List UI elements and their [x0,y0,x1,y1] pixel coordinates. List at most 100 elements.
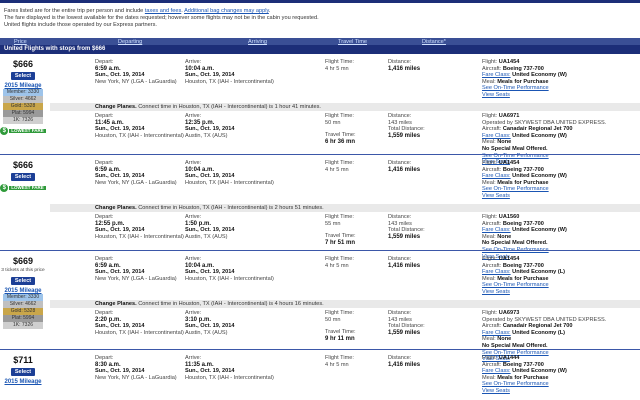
view-seats-link[interactable]: View Seats [482,388,567,395]
price-cell: $666 Select 2015 Mileage Member: 3330 Silver… [0,59,46,135]
flight-result-row: $711 Select 2015 Mileage Depart: 8:30 a.m. Su… [0,353,640,400]
bag-charges-link[interactable]: Additional bag changes may apply [184,8,269,14]
select-button[interactable]: Select [10,277,36,285]
flight-details: Flight: UA1454 Aircraft: Boeing 737-700 Fa… [482,160,567,200]
price-cell: $669 3 tickets at this price Select 2015 Mi… [0,256,46,329]
fare-class: Fare Class: United Economy (L) [482,269,565,276]
fare-class-link[interactable]: Fare Class: [482,173,511,179]
aircraft-value: Boeing 737-700 [502,166,544,173]
select-button[interactable]: Select [10,72,36,80]
on-time-performance-link[interactable]: See On-Time Performance [482,381,567,388]
flight-details: Flight: UA1454 Aircraft: Boeing 737-700 Fa… [482,256,565,296]
tier-member: Member: 3330 [3,89,43,96]
time-info: Flight Time: 55 mn Travel Time: 7 hr 51 mn [325,214,356,246]
distance-info: Distance: 143 miles Total Distance: 1,559 m… [388,214,425,240]
flight-time-label: Flight Time: [325,160,354,166]
flight-segment-1: Depart: 8:30 a.m. Sun., Oct. 19, 2014 New Y… [50,355,640,398]
depart-label: Depart: [95,160,114,166]
depart-label: Depart: [95,59,114,65]
distance-label: Distance: [388,310,412,316]
meal-value: None [497,233,512,240]
flight-result-row: $666 Select $ LOWEST FARE Depart: 6:59 a.m. Su… [0,158,640,260]
flight-label: Flight: [482,355,499,361]
flight-result-row: $669 3 tickets at this price Select 2015 Mi… [0,254,640,362]
arrival-info: Arrive: 3:10 p.m. Sun., Oct. 19, 2014 Austi… [185,310,234,336]
meal-label: Meal: [482,275,498,282]
aircraft: Aircraft: Boeing 737-700 [482,221,567,228]
top-banner-bar [0,0,640,3]
fare-class-link[interactable]: Fare Class: [482,133,511,139]
arrive-label: Arrive: [185,113,202,119]
row-separator [0,349,640,350]
flight-time-value: 4 hr 5 mn [325,65,349,72]
distance-value: 1,416 miles [388,65,421,72]
on-time-performance-link[interactable]: See On-Time Performance [482,186,567,193]
distance-info: Distance: 1,416 miles [388,256,420,269]
arrive-time: 3:10 p.m. [185,316,212,323]
arrive-city: Houston, TX (IAH - Intercontinental) [185,179,274,186]
arrive-date: Sun., Oct. 19, 2014 [185,368,235,375]
tier-silver: Silver: 4662 [3,96,43,103]
distance-info: Distance: 1,416 miles [388,355,420,368]
depart-date: Sun., Oct. 19, 2014 [95,323,145,330]
tier-plat: Plat: 5994 [3,315,43,322]
fare-price: $669 [12,256,34,266]
meal-label: Meal: [482,139,498,146]
aircraft-label: Aircraft: [482,65,503,72]
aircraft-value: Boeing 737-700 [502,220,544,227]
dollar-icon: $ [0,184,9,192]
flight-time-value: 50 mn [325,119,341,126]
on-time-performance-link[interactable]: See On-Time Performance [482,282,565,289]
meal: Meal: Meals for Purchase [482,375,567,382]
select-button[interactable]: Select [10,368,36,376]
view-seats-link[interactable]: View Seats [482,289,565,296]
arrive-date: Sun., Oct. 19, 2014 [185,72,235,79]
depart-city: Houston, TX (IAH - Intercontinental) [95,233,184,240]
arrival-info: Arrive: 12:35 p.m. Sun., Oct. 19, 2014 Aust… [185,113,234,139]
on-time-performance-link[interactable]: See On-Time Performance [482,85,567,92]
tier-1k: 1K: 7326 [3,322,43,329]
fare-class-link[interactable]: Fare Class: [482,330,511,336]
distance-label: Distance: [388,214,412,220]
meal-value: Meals for Purchase [497,275,549,282]
meal-label: Meal: [482,78,498,85]
aircraft-label: Aircraft: [482,323,503,330]
depart-time: 2:20 p.m. [95,316,122,323]
lowest-fare-label: LOWEST FARE [9,185,46,190]
total-distance-value: 1,559 miles [388,132,421,139]
departure-info: Depart: 11:45 a.m. Sun., Oct. 19, 2014 Hous… [95,113,184,139]
depart-city: New York, NY (LGA - LaGuardia) [95,179,177,186]
distance-label: Distance: [388,355,412,361]
change-planes-banner: Change Planes. Connect time in Houston, … [50,300,640,308]
flight-label: Flight: [482,310,499,316]
view-seats-link[interactable]: View Seats [482,92,567,99]
flight-time-value: 50 mn [325,316,341,323]
taxes-fees-link[interactable]: taxes and fees [145,8,181,14]
fare-class-link[interactable]: Fare Class: [482,72,511,78]
meal-label: Meal: [482,336,498,343]
travel-time-label: Travel Time: [325,329,356,336]
change-planes-label: Change Planes. [95,301,139,307]
section-title: United Flights with stops from $666 [0,45,640,54]
aircraft-label: Aircraft: [482,361,503,368]
mileage-link[interactable]: 2015 Mileage [0,379,46,385]
travel-time-value: 9 hr 11 mn [325,335,355,342]
fare-class-link[interactable]: Fare Class: [482,269,511,275]
select-button[interactable]: Select [10,173,36,181]
notice-line-2: The fare displayed is the lowest availab… [4,15,319,21]
arrive-time: 1:50 p.m. [185,220,212,227]
flight-time-label: Flight Time: [325,310,354,316]
tier-gold: Gold: 5328 [3,308,43,315]
fare-class-link[interactable]: Fare Class: [482,368,511,374]
fare-price: $666 [12,59,34,69]
tier-silver: Silver: 4662 [3,301,43,308]
flight-segment-1: Depart: 6:59 a.m. Sun., Oct. 19, 2014 New Y… [50,59,640,102]
no-special-meal: No Special Meal Offered. [482,145,548,152]
view-seats-link[interactable]: View Seats [482,193,567,200]
distance-info: Distance: 1,416 miles [388,59,420,72]
arrive-date: Sun., Oct. 19, 2014 [185,227,235,234]
fare-class-link[interactable]: Fare Class: [482,227,511,233]
depart-date: Sun., Oct. 19, 2014 [95,368,145,375]
arrive-city: Houston, TX (IAH - Intercontinental) [185,275,274,282]
depart-city: New York, NY (LGA - LaGuardia) [95,374,177,381]
